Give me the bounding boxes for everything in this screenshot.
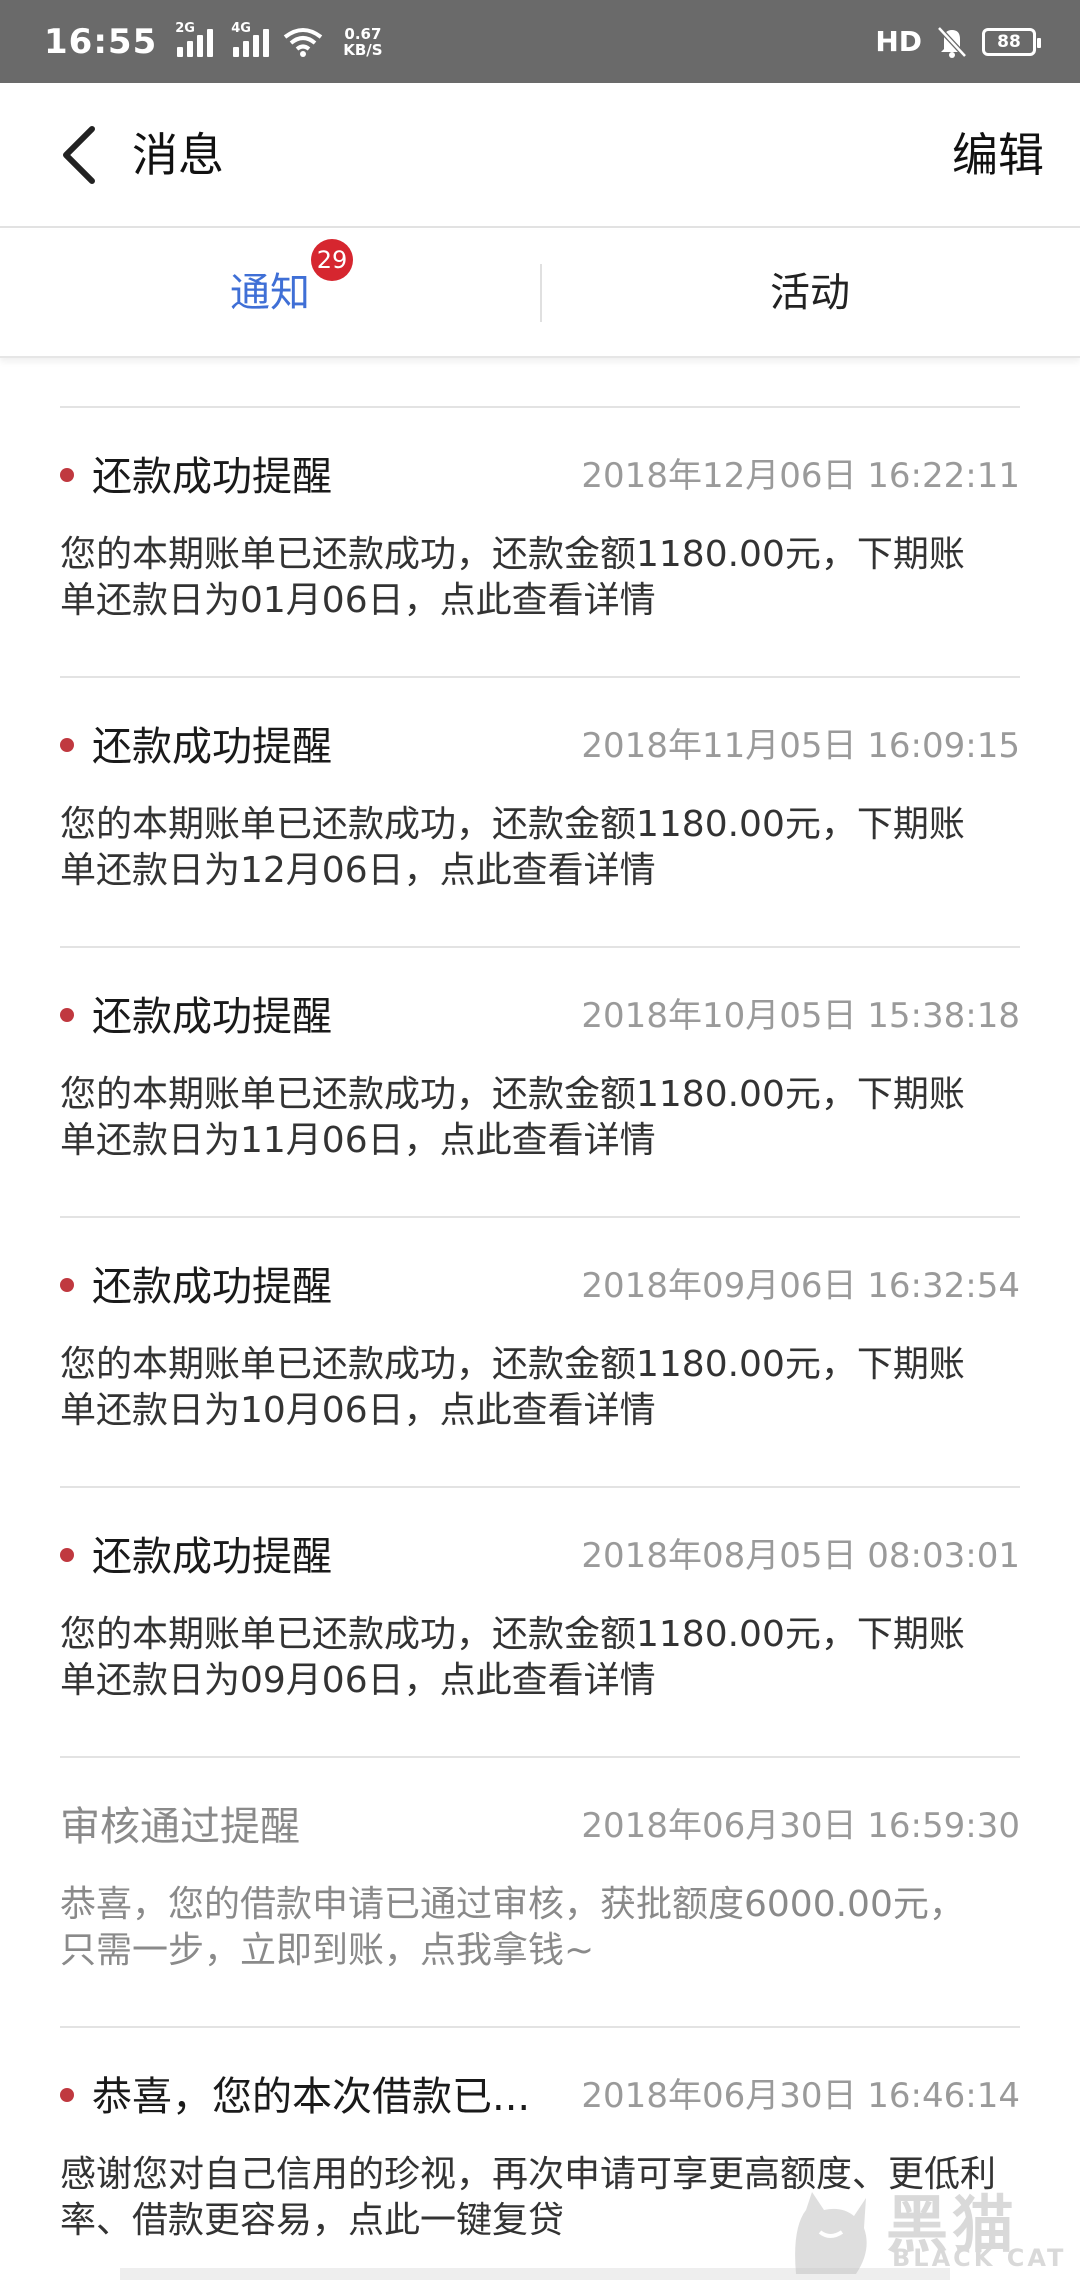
message-time: 2018年06月30日 16:59:30 (581, 1806, 1020, 1846)
message-time: 2018年06月30日 16:46:14 (581, 2076, 1020, 2116)
watermark-en: BLACK CAT (892, 2244, 1067, 2272)
message-item[interactable]: 还款成功提醒 2018年11月05日 16:09:15 您的本期账单已还款成功，… (60, 676, 1020, 946)
message-title: 还款成功提醒 (92, 1534, 332, 1580)
status-time: 16:55 (44, 21, 158, 62)
message-body: 您的本期账单已还款成功，还款金额1180.00元，下期账单还款日为01月06日，… (60, 534, 965, 621)
status-left: 16:55 2G 4G 0.67 KB/S (44, 21, 383, 62)
message-body: 您的本期账单已还款成功，还款金额1180.00元，下期账单还款日为10月06日，… (60, 1344, 965, 1431)
wifi-icon (284, 27, 323, 57)
signal-4g-icon: 4G (231, 21, 270, 57)
status-bar: 16:55 2G 4G 0.67 KB/S HD 88 (0, 0, 1080, 83)
message-item[interactable]: 还款成功提醒 2018年09月06日 16:32:54 您的本期账单已还款成功，… (60, 1216, 1020, 1486)
message-time: 2018年08月05日 08:03:01 (581, 1536, 1020, 1576)
message-body: 您的本期账单已还款成功，还款金额1180.00元，下期账单还款日为12月06日，… (60, 804, 965, 891)
page-title: 消息 (132, 128, 224, 182)
message-body: 您的本期账单已还款成功，还款金额1180.00元，下期账单还款日为11月06日，… (60, 1074, 965, 1161)
unread-dot-icon (60, 1548, 74, 1562)
message-title: 审核通过提醒 (60, 1804, 300, 1850)
unread-dot-icon (60, 1008, 74, 1022)
message-body: 恭喜，您的借款申请已通过审核，获批额度6000.00元，只需一步，立即到账，点我… (60, 1884, 965, 1971)
message-item[interactable]: 还款成功提醒 2018年08月05日 08:03:01 您的本期账单已还款成功，… (60, 1486, 1020, 1756)
tab-bar: 通知 活动 (0, 230, 1080, 358)
message-item[interactable]: 还款成功提醒 2018年12月06日 16:22:11 您的本期账单已还款成功，… (60, 406, 1020, 676)
signal-2g-icon: 2G (175, 21, 214, 57)
message-item[interactable]: 还款成功提醒 2018年10月05日 15:38:18 您的本期账单已还款成功，… (60, 946, 1020, 1216)
mute-bell-icon (937, 25, 967, 58)
network-type-label: 2G (175, 20, 195, 36)
tab-activities[interactable]: 活动 (540, 230, 1080, 356)
network-speed: 0.67 KB/S (343, 26, 382, 58)
tab-notifications[interactable]: 通知 (0, 230, 540, 356)
unread-dot-icon (60, 2088, 74, 2102)
unread-dot-icon (60, 1278, 74, 1292)
message-title: 还款成功提醒 (92, 994, 332, 1040)
speed-value: 0.67 (344, 24, 382, 43)
message-time: 2018年09月06日 16:32:54 (581, 1266, 1020, 1306)
message-body: 您的本期账单已还款成功，还款金额1180.00元，下期账单还款日为09月06日，… (60, 1614, 965, 1701)
app-header: 消息 编辑 (0, 83, 1080, 228)
hd-indicator: HD (875, 25, 922, 58)
edit-button[interactable]: 编辑 (952, 83, 1044, 228)
battery-level: 88 (997, 31, 1021, 52)
unread-dot-icon (60, 468, 74, 482)
message-time: 2018年11月05日 16:09:15 (581, 726, 1020, 766)
message-title: 还款成功提醒 (92, 1264, 332, 1310)
network-type-label: 4G (231, 20, 251, 36)
unread-dot-icon (60, 738, 74, 752)
message-title: 恭喜，您的本次借款已... (92, 2074, 531, 2120)
message-time: 2018年10月05日 15:38:18 (581, 996, 1020, 1036)
message-time: 2018年12月06日 16:22:11 (581, 456, 1020, 496)
cat-logo-icon (795, 2192, 867, 2274)
message-title: 还款成功提醒 (92, 724, 332, 770)
message-title: 还款成功提醒 (92, 454, 332, 500)
back-arrow-icon[interactable] (54, 123, 104, 187)
battery-icon: 88 (982, 27, 1041, 56)
message-item[interactable]: 审核通过提醒 2018年06月30日 16:59:30 恭喜，您的借款申请已通过… (60, 1756, 1020, 2026)
message-list: 还款成功提醒 2018年12月06日 16:22:11 您的本期账单已还款成功，… (60, 406, 1020, 2296)
speed-unit: KB/S (343, 40, 383, 59)
black-cat-watermark: 黑猫 BLACK CAT (784, 2178, 1074, 2278)
unread-count-badge: 29 (311, 239, 353, 281)
status-right: HD 88 (875, 25, 1041, 59)
